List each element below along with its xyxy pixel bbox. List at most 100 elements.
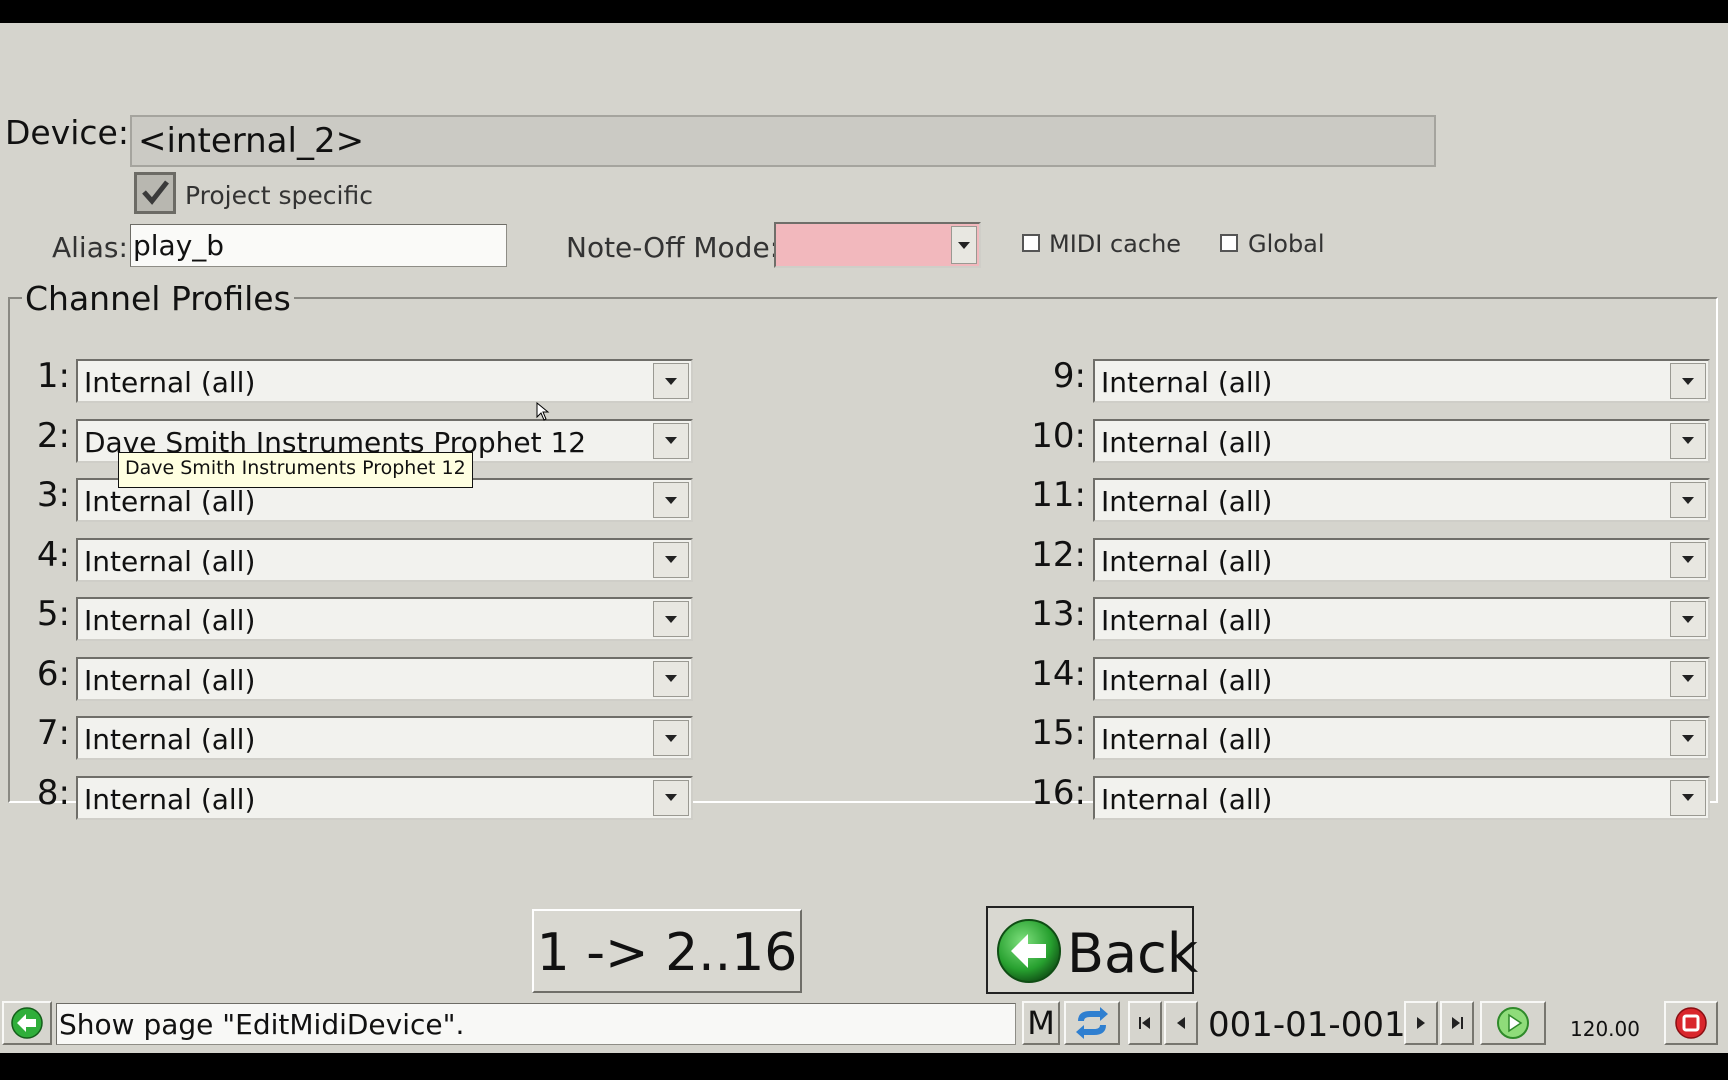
channel-9-dropdown-button[interactable]: [1670, 363, 1706, 399]
skip-end-icon: [1452, 1017, 1463, 1029]
global-label: Global: [1248, 230, 1325, 258]
stop-button[interactable]: [1664, 1001, 1718, 1045]
skip-to-start-button[interactable]: [1128, 1001, 1162, 1045]
channel-11-profile-select[interactable]: Internal (all): [1093, 478, 1710, 522]
channel-4-dropdown-button[interactable]: [653, 541, 689, 578]
channel-9-profile-select[interactable]: Internal (all): [1093, 359, 1710, 403]
chevron-down-icon: [1682, 615, 1694, 623]
channel-8-dropdown-button[interactable]: [653, 779, 689, 816]
channel-13-profile-value: Internal (all): [1101, 604, 1273, 637]
channel-11-dropdown-button[interactable]: [1670, 482, 1706, 518]
channel-6-profile-select[interactable]: Internal (all): [76, 656, 693, 701]
channel-5-dropdown-button[interactable]: [653, 601, 689, 637]
chevron-down-icon: [665, 734, 677, 742]
channel-1-dropdown-button[interactable]: [653, 363, 689, 399]
channel-14-label: 14:: [1031, 653, 1086, 694]
note-off-mode-dropdown-button[interactable]: [951, 226, 977, 264]
device-field[interactable]: <internal_2>: [130, 115, 1436, 167]
status-back-button[interactable]: [2, 1001, 52, 1045]
note-off-mode-select[interactable]: [774, 222, 981, 268]
project-specific-label: Project specific: [185, 181, 373, 210]
channel-16-dropdown-button[interactable]: [1670, 779, 1706, 816]
chevron-down-icon: [665, 556, 677, 563]
channel-15-profile-select[interactable]: Internal (all): [1093, 716, 1710, 760]
device-value: <internal_2>: [138, 121, 365, 161]
channel-8-label: 8:: [36, 772, 70, 813]
midi-monitor-button[interactable]: M: [1022, 1001, 1060, 1045]
channel-1-profile-select[interactable]: Internal (all): [76, 359, 693, 403]
channel-14-dropdown-button[interactable]: [1670, 660, 1706, 697]
chevron-down-icon: [665, 794, 677, 801]
channel-16-label: 16:: [1031, 772, 1086, 813]
channel-5-profile-select[interactable]: Internal (all): [76, 597, 693, 641]
channel-2-dropdown-button[interactable]: [653, 422, 689, 459]
channel-6-dropdown-button[interactable]: [653, 660, 689, 697]
chevron-down-icon: [665, 675, 677, 682]
channel-6-profile-value: Internal (all): [84, 663, 256, 697]
status-message-field: Show page "EditMidiDevice".: [56, 1003, 1016, 1045]
chevron-down-icon: [665, 377, 677, 385]
global-checkbox[interactable]: [1220, 234, 1238, 252]
channel-4-label: 4:: [36, 534, 70, 575]
channel-12-dropdown-button[interactable]: [1670, 541, 1706, 578]
loop-button[interactable]: [1064, 1001, 1120, 1045]
channel-15-label: 15:: [1031, 713, 1086, 753]
channel-16-profile-value: Internal (all): [1101, 782, 1273, 816]
back-button-label: Back: [1067, 922, 1199, 985]
play-button[interactable]: [1480, 1001, 1546, 1045]
channel-4-profile-select[interactable]: Internal (all): [76, 537, 693, 582]
channel-1-label: 1:: [36, 356, 70, 396]
channel-13-dropdown-button[interactable]: [1670, 601, 1706, 637]
channel-15-dropdown-button[interactable]: [1670, 720, 1706, 756]
back-arrow-icon: [997, 919, 1061, 983]
channel-7-dropdown-button[interactable]: [653, 720, 689, 756]
back-arrow-icon: [11, 1007, 43, 1039]
song-position: 001-01-001: [1208, 1005, 1406, 1045]
channel-11-profile-value: Internal (all): [1101, 485, 1273, 518]
mouse-cursor-icon: [536, 402, 550, 421]
tooltip: Dave Smith Instruments Prophet 12: [118, 452, 473, 488]
m-label: M: [1027, 1004, 1055, 1042]
midi-cache-checkbox[interactable]: [1022, 234, 1040, 252]
alias-value: play_b: [133, 229, 225, 262]
step-back-button[interactable]: [1164, 1001, 1198, 1045]
device-label: Device:: [5, 113, 129, 152]
chevron-down-icon: [1682, 794, 1694, 801]
step-forward-button[interactable]: [1404, 1001, 1438, 1045]
chevron-down-icon: [1682, 496, 1694, 504]
channel-9-profile-value: Internal (all): [1101, 366, 1273, 399]
copy-button-label: 1 -> 2..16: [536, 923, 798, 983]
channel-8-profile-value: Internal (all): [84, 782, 256, 816]
channel-6-label: 6:: [36, 653, 70, 694]
midi-cache-label: MIDI cache: [1049, 230, 1182, 258]
copy-channel-1-to-all-button[interactable]: 1 -> 2..16: [532, 909, 802, 993]
channel-3-profile-value: Internal (all): [84, 485, 256, 518]
channel-14-profile-select[interactable]: Internal (all): [1093, 656, 1710, 701]
channel-10-dropdown-button[interactable]: [1670, 422, 1706, 459]
chevron-down-icon: [1682, 734, 1694, 742]
project-specific-checkbox[interactable]: [134, 172, 176, 214]
channel-3-dropdown-button[interactable]: [653, 482, 689, 518]
channel-10-label: 10:: [1031, 415, 1086, 456]
channel-13-profile-select[interactable]: Internal (all): [1093, 597, 1710, 641]
channel-7-profile-select[interactable]: Internal (all): [76, 716, 693, 760]
channel-12-profile-select[interactable]: Internal (all): [1093, 537, 1710, 582]
channel-3-label: 3:: [36, 475, 70, 515]
tempo-value: 120.00: [1570, 1017, 1640, 1041]
channel-2-label: 2:: [36, 415, 70, 456]
tooltip-text: Dave Smith Instruments Prophet 12: [125, 457, 466, 479]
channel-10-profile-select[interactable]: Internal (all): [1093, 418, 1710, 463]
channel-12-label: 12:: [1031, 534, 1086, 575]
skip-start-icon: [1139, 1017, 1150, 1029]
back-button[interactable]: Back: [986, 906, 1198, 994]
stop-icon: [1675, 1007, 1707, 1039]
play-icon: [1497, 1007, 1529, 1039]
channel-9-label: 9:: [1052, 356, 1086, 396]
channel-16-profile-select[interactable]: Internal (all): [1093, 775, 1710, 820]
skip-to-end-button[interactable]: [1440, 1001, 1474, 1045]
chevron-down-icon: [1682, 556, 1694, 563]
channel-8-profile-select[interactable]: Internal (all): [76, 775, 693, 820]
alias-input[interactable]: play_b: [130, 224, 507, 267]
checkmark-icon: [142, 180, 169, 205]
channel-5-profile-value: Internal (all): [84, 604, 256, 637]
